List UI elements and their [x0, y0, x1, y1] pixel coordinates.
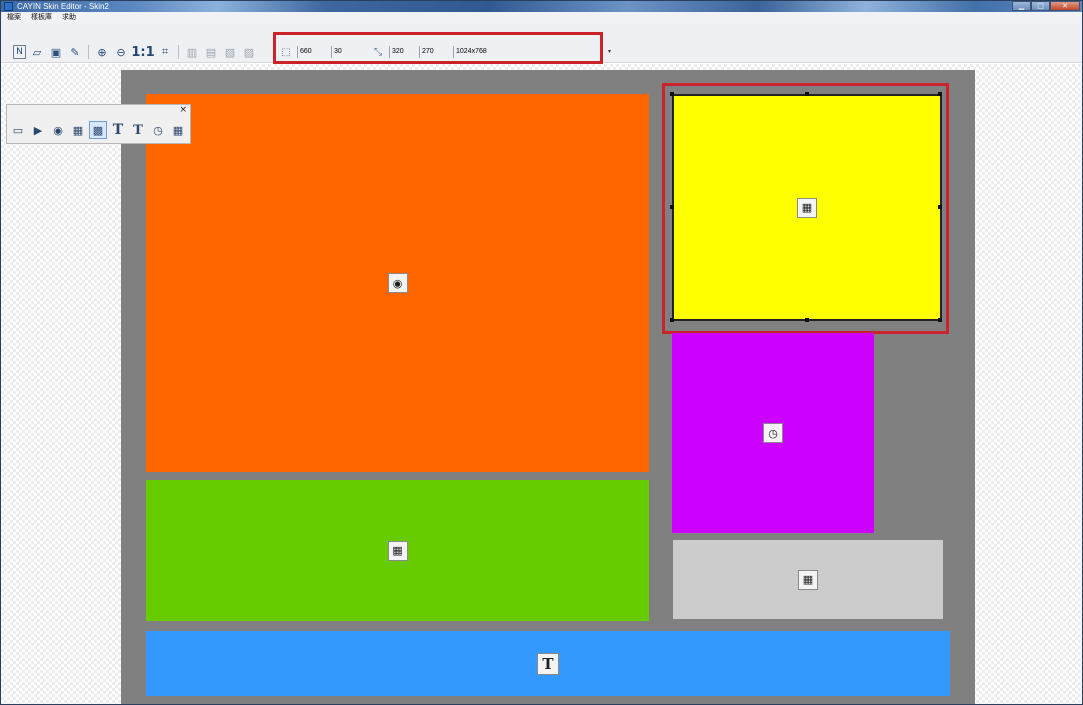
media-zone-icon[interactable]: ◉ — [49, 121, 67, 139]
palette-close-icon[interactable]: × — [179, 105, 187, 115]
ticker-zone[interactable]: T — [146, 631, 950, 696]
calendar-zone-icon[interactable]: ▦ — [169, 121, 187, 139]
new-icon[interactable]: N — [13, 45, 26, 59]
window-controls: ▁ □ ✕ — [1012, 1, 1080, 11]
open-icon[interactable]: ▱ — [29, 44, 45, 60]
resize-handle-se[interactable] — [938, 318, 942, 322]
minimize-button[interactable]: ▁ — [1012, 1, 1031, 11]
flash-zone-selected[interactable]: ▦ — [672, 94, 942, 321]
actual-size-button[interactable]: 1:1 — [131, 44, 154, 60]
resize-handle-n[interactable] — [805, 92, 809, 96]
resolution-select[interactable]: 1024x768 ▾ — [453, 46, 613, 58]
title-bar[interactable]: CAYIN Skin Editor - Skin2 ▁ □ ✕ — [1, 1, 1082, 12]
close-button[interactable]: ✕ — [1050, 1, 1080, 11]
align-bottom-icon[interactable]: ▤ — [203, 44, 219, 60]
skin-editor-window: CAYIN Skin Editor - Skin2 ▁ □ ✕ 檔案 樣板庫 求… — [0, 0, 1083, 705]
ticker-text-icon[interactable]: T — [129, 121, 147, 139]
ticker-text-icon: T — [537, 652, 559, 675]
position-icon: ⬚ — [281, 46, 291, 58]
resize-handle-w[interactable] — [670, 205, 674, 209]
date-zone[interactable]: ▦ — [673, 540, 943, 619]
resize-handle-sw[interactable] — [670, 318, 674, 322]
video-zone-icon[interactable]: ▶ — [29, 121, 47, 139]
menu-template-library[interactable]: 樣板庫 — [31, 12, 52, 23]
flash-zone-icon[interactable]: ▩ — [89, 121, 107, 139]
edit-icon[interactable]: ✎ — [67, 44, 83, 60]
zoom-out-icon[interactable]: ⊖ — [113, 44, 129, 60]
position-x-field[interactable]: 660 — [297, 46, 327, 58]
menu-help[interactable]: 求助 — [62, 12, 76, 23]
app-icon — [4, 2, 13, 11]
align-left-icon[interactable]: ▧ — [222, 44, 238, 60]
resolution-value: 1024x768 — [456, 48, 487, 55]
align-top-icon[interactable]: ▥ — [184, 44, 200, 60]
toolbar-separator — [178, 45, 179, 59]
zone-palette[interactable]: × ▭ ▶ ◉ ▦ ▩ T T ◷ ▦ — [6, 104, 191, 144]
maximize-button[interactable]: □ — [1031, 1, 1050, 11]
clock-zone[interactable]: ◷ — [672, 333, 874, 533]
chevron-down-icon: ▾ — [607, 49, 611, 55]
palette-items: ▭ ▶ ◉ ▦ ▩ T T ◷ ▦ — [9, 121, 187, 139]
menu-bar: 檔案 樣板庫 求助 — [1, 12, 1082, 23]
size-height-field[interactable]: 270 — [419, 46, 449, 58]
window-title: CAYIN Skin Editor - Skin2 — [17, 2, 109, 11]
resize-handle-s[interactable] — [805, 318, 809, 322]
fit-icon[interactable]: ⌗ — [157, 44, 173, 60]
size-icon: ⤡ — [374, 46, 382, 58]
clock-zone-icon[interactable]: ◷ — [149, 121, 167, 139]
tool-buttons: N ▱ ▣ ✎ ⊕ ⊖ 1:1 ⌗ ▥ ▤ ▧ ▨ — [13, 43, 257, 61]
align-right-icon[interactable]: ▨ — [241, 44, 257, 60]
save-icon[interactable]: ▣ — [48, 44, 64, 60]
date-zone-icon: ▦ — [798, 569, 818, 590]
video-zone-icon: ◉ — [387, 273, 408, 293]
video-zone[interactable]: ◉ — [146, 94, 649, 472]
size-width-field[interactable]: 320 — [389, 46, 415, 58]
text-zone-icon[interactable]: T — [109, 121, 127, 139]
image-zone-icon[interactable]: ▦ — [69, 121, 87, 139]
resize-handle-e[interactable] — [938, 205, 942, 209]
clock-zone-icon: ◷ — [763, 423, 783, 443]
properties-bar: ⬚ 660 30 ⤡ 320 270 1024x768 ▾ — [279, 45, 613, 59]
background-icon[interactable]: ▭ — [9, 121, 27, 139]
zoom-in-icon[interactable]: ⊕ — [94, 44, 110, 60]
resize-handle-nw[interactable] — [670, 92, 674, 96]
toolbar-separator — [88, 45, 89, 59]
image-zone[interactable]: ▦ — [146, 480, 649, 621]
menu-file[interactable]: 檔案 — [7, 12, 21, 23]
flash-zone-icon: ▦ — [797, 197, 817, 218]
position-y-field[interactable]: 30 — [331, 46, 361, 58]
image-zone-icon: ▦ — [387, 540, 408, 561]
resize-handle-ne[interactable] — [938, 92, 942, 96]
